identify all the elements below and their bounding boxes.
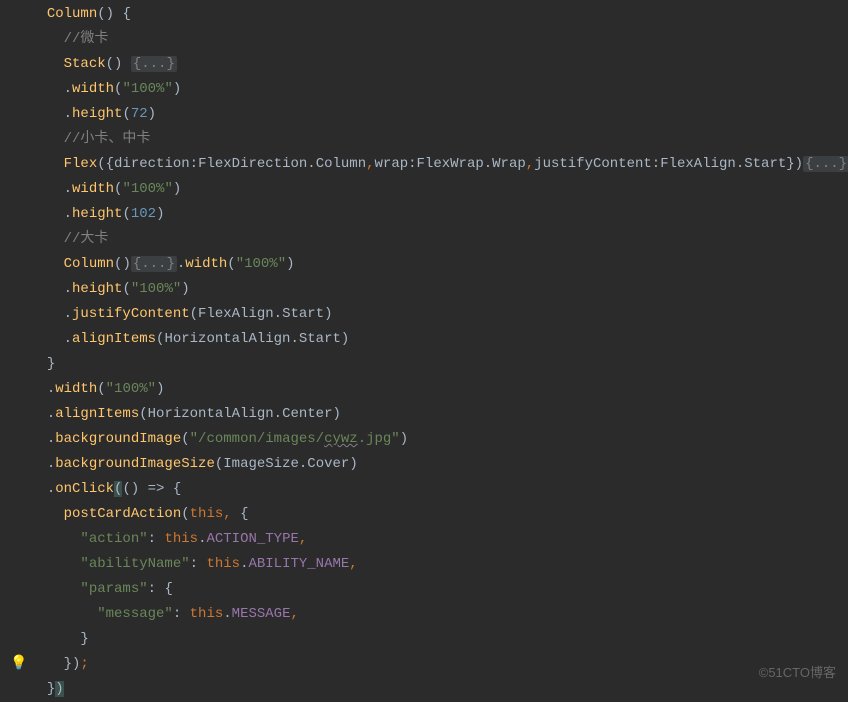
code-line: } [30,627,848,652]
code-line: .height(72) [30,102,848,127]
code-line: .backgroundImage("/common/images/cywz.jp… [30,427,848,452]
watermark-text: ©51CTO博客 [759,660,836,685]
code-line: .alignItems(HorizontalAlign.Start) [30,327,848,352]
code-line: .alignItems(HorizontalAlign.Center) [30,402,848,427]
code-line: .width("100%") [30,77,848,102]
code-line: } [30,352,848,377]
code-line: .height("100%") [30,277,848,302]
code-line: Column() { [30,2,848,27]
code-line: .onClick(() => { [30,477,848,502]
code-line: .backgroundImageSize(ImageSize.Cover) [30,452,848,477]
fold-region[interactable]: {...} [803,156,848,172]
code-line: }) [30,677,848,702]
code-line: Stack() {...} [30,52,848,77]
code-editor[interactable]: Column() { //微卡 Stack() {...} .width("10… [0,2,848,702]
code-line: //微卡 [30,27,848,52]
code-line: Column(){...}.width("100%") [30,252,848,277]
comment: //大卡 [64,231,109,247]
comment: //小卡、中卡 [64,131,151,147]
code-line: .justifyContent(FlexAlign.Start) [30,302,848,327]
fold-region[interactable]: {...} [131,256,177,272]
code-line: //小卡、中卡 [30,127,848,152]
code-line: postCardAction(this, { [30,502,848,527]
type-name: Column [47,6,97,22]
fold-region[interactable]: {...} [131,56,177,72]
code-line: .height(102) [30,202,848,227]
code-line: "abilityName": this.ABILITY_NAME, [30,552,848,577]
code-line: "params": { [30,577,848,602]
code-line: Flex({direction:FlexDirection.Column,wra… [30,152,848,177]
code-line: .width("100%") [30,377,848,402]
type-name: Stack [64,56,106,72]
intention-bulb-icon[interactable]: 💡 [10,652,27,677]
code-line: //大卡 [30,227,848,252]
code-line: "message": this.MESSAGE, [30,602,848,627]
code-line: }); [30,652,848,677]
comment: //微卡 [64,31,109,47]
code-line: .width("100%") [30,177,848,202]
code-line: "action": this.ACTION_TYPE, [30,527,848,552]
